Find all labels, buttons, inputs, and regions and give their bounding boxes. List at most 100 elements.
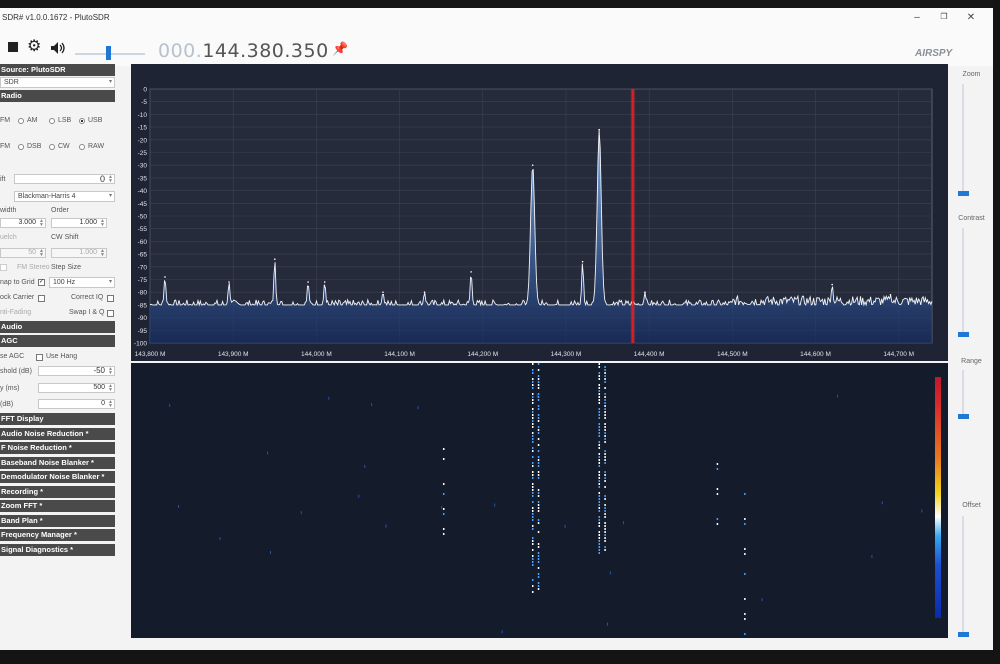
waterfall-signal-trace — [598, 483, 601, 485]
waterfall-signal-trace — [604, 528, 606, 530]
mode-wfm-label[interactable]: FM — [0, 143, 10, 150]
waterfall-signal-trace — [531, 564, 534, 566]
speaker-icon[interactable] — [50, 41, 66, 55]
spin-icon[interactable]: ▲ ▼ — [108, 384, 113, 393]
spin-icon[interactable]: ▲ ▼ — [108, 175, 113, 184]
waterfall-signal-trace — [537, 465, 540, 467]
spin-icon[interactable]: ▲ ▼ — [100, 219, 105, 228]
waterfall-signal-trace — [537, 501, 540, 503]
offset-slider[interactable] — [962, 516, 964, 632]
band-plan-header[interactable]: Band Plan * — [0, 515, 115, 527]
waterfall-signal-trace — [531, 381, 534, 383]
spin-icon[interactable]: ▲ ▼ — [39, 249, 44, 258]
mode-usb-radio[interactable] — [79, 118, 85, 124]
spin-icon[interactable]: ▲ ▼ — [108, 367, 113, 376]
zoom-slider[interactable] — [962, 84, 964, 194]
y-tick-label: -15 — [138, 125, 148, 132]
waterfall-signal-trace — [537, 558, 540, 560]
snap-to-grid-label: nap to Grid — [0, 279, 35, 286]
step-size-select[interactable]: 100 Hz ▾ — [49, 277, 115, 288]
waterfall-signal-trace — [604, 456, 606, 458]
close-icon[interactable]: ✕ — [964, 12, 978, 23]
lock-carrier-checkbox[interactable] — [38, 295, 45, 302]
waterfall-signal-trace — [604, 474, 606, 476]
pin-icon[interactable]: 📌 — [332, 42, 348, 56]
anti-fading-label: nti-Fading — [0, 309, 32, 316]
stop-icon[interactable] — [8, 42, 18, 52]
zoom-slider-thumb[interactable] — [958, 191, 969, 196]
range-slider-thumb[interactable] — [958, 414, 969, 419]
airspy-logo: AIRSPY — [915, 48, 953, 59]
source-select[interactable]: SDR ▾ — [0, 77, 115, 88]
waterfall-signal-trace — [537, 432, 540, 434]
waterfall-plot[interactable] — [131, 363, 948, 638]
demodulator-noise-blanker-header[interactable]: Demodulator Noise Blanker * — [0, 471, 115, 483]
restore-icon[interactable]: ❐ — [937, 12, 951, 21]
use-hang-checkbox[interactable] — [36, 354, 43, 361]
cw-shift-field[interactable]: 1.000 ▲ ▼ — [51, 248, 107, 258]
order-field[interactable]: 1.000 ▲ ▼ — [51, 218, 107, 228]
recording-header[interactable]: Recording * — [0, 486, 115, 498]
waterfall-signal-trace — [744, 618, 746, 620]
mode-dsb-radio[interactable] — [18, 144, 24, 150]
shift-field[interactable]: 0 ▲ ▼ — [14, 174, 115, 184]
left-panel: Source: PlutoSDR SDR ▾ Radio FM AM LSB US… — [0, 64, 116, 650]
offset-slider-thumb[interactable] — [958, 632, 969, 637]
waterfall-speck — [564, 524, 566, 528]
spectrum-plot[interactable]: 0 -5 -10 -15 -20 -25 -30 -35 -40 -45 -50 -55 -60 -65 -… — [131, 64, 948, 361]
spin-icon[interactable]: ▲ ▼ — [108, 400, 113, 409]
snap-to-grid-checkbox[interactable]: ✓ — [38, 279, 45, 286]
y-tick-label: -25 — [138, 150, 148, 157]
mode-am-radio[interactable] — [18, 118, 24, 124]
radio-header[interactable]: Radio — [0, 90, 115, 102]
fm-stereo-checkbox[interactable] — [0, 264, 7, 271]
decay-field[interactable]: 500 ▲ ▼ — [38, 383, 115, 393]
agc-header[interactable]: AGC — [0, 335, 115, 347]
waterfall-signal-trace — [531, 462, 534, 464]
frequency-display[interactable]: 000.144.380.350 — [158, 40, 329, 62]
zoom-fft-header[interactable]: Zoom FFT * — [0, 500, 115, 512]
spin-icon[interactable]: ▲ ▼ — [100, 249, 105, 258]
baseband-noise-blanker-header[interactable]: Baseband Noise Blanker * — [0, 457, 115, 469]
window-select[interactable]: Blackman-Harris 4 ▾ — [14, 191, 115, 202]
spin-icon[interactable]: ▲ ▼ — [39, 219, 44, 228]
volume-slider-thumb[interactable] — [106, 46, 111, 60]
spectrum-analyzer[interactable]: 0 -5 -10 -15 -20 -25 -30 -35 -40 -45 -50 -55 -60 -65 -… — [131, 64, 948, 361]
waterfall-signal-trace — [604, 414, 606, 416]
width-field[interactable]: 3.000 ▲ ▼ — [0, 218, 46, 228]
slope-field[interactable]: 0 ▲ ▼ — [38, 399, 115, 409]
waterfall-signal-trace — [598, 435, 601, 437]
signal-diagnostics-header[interactable]: Signal Diagnostics * — [0, 544, 115, 556]
waterfall-signal-trace — [744, 613, 746, 615]
source-header[interactable]: Source: PlutoSDR — [0, 64, 115, 76]
waterfall-signal-trace — [531, 525, 534, 527]
waterfall-speck — [328, 396, 330, 400]
waterfall-display[interactable] — [131, 363, 948, 638]
squelch-field[interactable]: 50 ▲ ▼ — [0, 248, 46, 258]
threshold-field[interactable]: -50 ▲ ▼ — [38, 366, 115, 376]
order-value: 1.000 — [79, 219, 97, 226]
correct-iq-checkbox[interactable] — [107, 295, 114, 302]
range-slider[interactable] — [962, 370, 964, 414]
mode-nfm-label[interactable]: FM — [0, 117, 10, 124]
mode-lsb-radio[interactable] — [49, 118, 55, 124]
audio-header[interactable]: Audio — [0, 321, 115, 333]
audio-noise-reduction-header[interactable]: Audio Noise Reduction * — [0, 428, 115, 440]
minimize-icon[interactable]: – — [910, 12, 924, 23]
contrast-slider[interactable] — [962, 228, 964, 332]
fft-display-header[interactable]: FFT Display — [0, 413, 115, 425]
contrast-slider-thumb[interactable] — [958, 332, 969, 337]
swap-iq-checkbox[interactable] — [107, 310, 114, 317]
offset-label: Offset — [962, 502, 981, 509]
mode-cw-radio[interactable] — [49, 144, 55, 150]
if-noise-reduction-header[interactable]: F Noise Reduction * — [0, 442, 115, 454]
waterfall-signal-trace — [442, 493, 445, 495]
gear-icon[interactable]: ⚙ — [27, 39, 41, 55]
y-tick-label: -60 — [138, 239, 148, 246]
waterfall-signal-trace — [598, 498, 601, 500]
y-tick-label: -50 — [138, 214, 148, 221]
waterfall-signal-trace — [537, 387, 540, 389]
frequency-manager-header[interactable]: Frequency Manager * — [0, 529, 115, 541]
waterfall-signal-trace — [716, 523, 719, 525]
mode-raw-radio[interactable] — [79, 144, 85, 150]
